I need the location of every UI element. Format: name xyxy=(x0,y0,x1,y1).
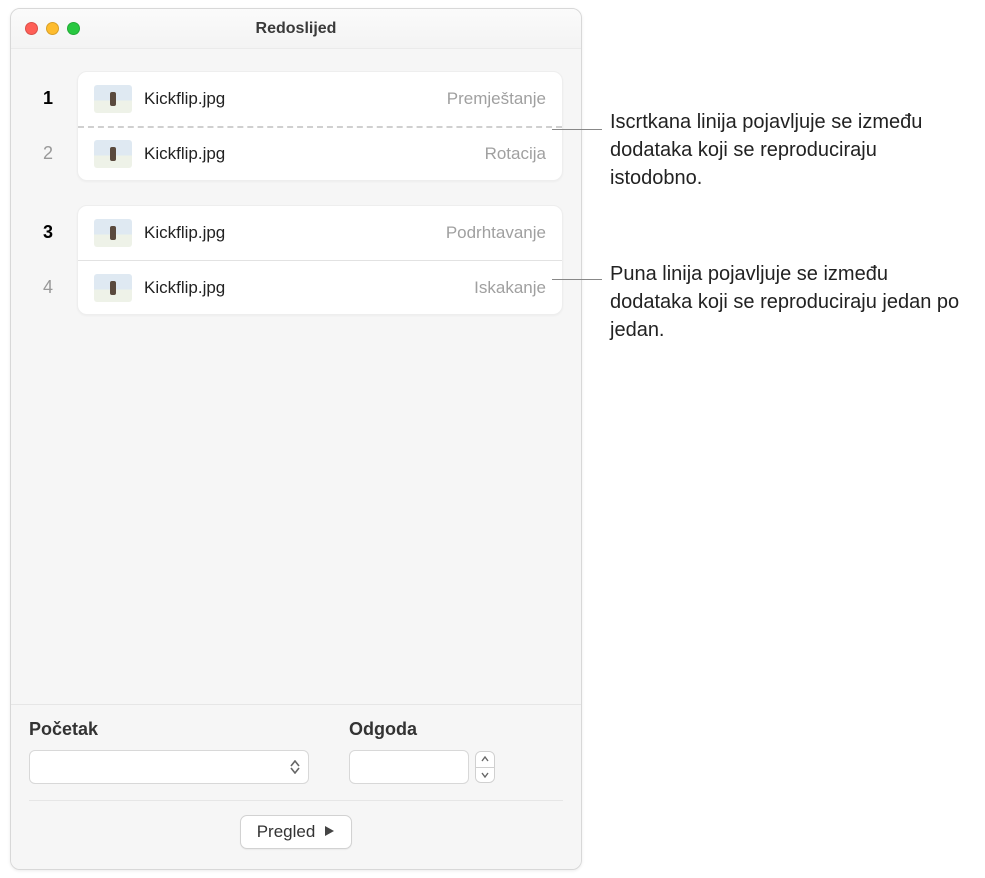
effect-name: Rotacija xyxy=(485,144,546,164)
start-label: Početak xyxy=(29,719,309,740)
effect-name: Premještanje xyxy=(447,89,546,109)
build-group: 1 2 Kickflip.jpg Premještanje Kickflip.j… xyxy=(29,71,563,181)
preview-row: Pregled xyxy=(29,815,563,849)
build-row[interactable]: Kickflip.jpg Podrhtavanje xyxy=(78,206,562,260)
stepper-up-button[interactable] xyxy=(476,752,494,767)
row-numbers: 1 2 xyxy=(29,71,77,181)
controls-row: Početak Odgoda xyxy=(29,719,563,784)
filename: Kickflip.jpg xyxy=(144,89,447,109)
filename: Kickflip.jpg xyxy=(144,144,485,164)
build-card: Kickflip.jpg Premještanje Kickflip.jpg R… xyxy=(77,71,563,181)
callout-leader xyxy=(552,279,602,280)
preview-button[interactable]: Pregled xyxy=(240,815,353,849)
delay-label: Odgoda xyxy=(349,719,495,740)
effect-name: Podrhtavanje xyxy=(446,223,546,243)
filename: Kickflip.jpg xyxy=(144,278,474,298)
delay-stepper xyxy=(475,751,495,783)
filename: Kickflip.jpg xyxy=(144,223,446,243)
window-title: Redoslijed xyxy=(11,20,581,38)
stepper-down-button[interactable] xyxy=(476,767,494,783)
thumbnail-icon xyxy=(94,140,132,168)
thumbnail-icon xyxy=(94,85,132,113)
preview-label: Pregled xyxy=(257,822,316,842)
callout-solid: Puna linija pojavljuje se između dodatak… xyxy=(610,260,970,344)
divider xyxy=(29,800,563,801)
build-order-window: Redoslijed 1 2 Kickflip.jpg Premještanje xyxy=(10,8,582,870)
thumbnail-icon xyxy=(94,219,132,247)
delay-control: Odgoda xyxy=(349,719,495,784)
start-control: Početak xyxy=(29,719,309,784)
build-list: 1 2 Kickflip.jpg Premještanje Kickflip.j… xyxy=(29,71,563,704)
chevron-updown-icon xyxy=(286,754,304,780)
delay-field[interactable] xyxy=(349,750,469,784)
thumbnail-icon xyxy=(94,274,132,302)
effect-name: Iskakanje xyxy=(474,278,546,298)
row-number: 2 xyxy=(29,143,67,164)
build-row[interactable]: Kickflip.jpg Premještanje xyxy=(78,72,562,126)
row-number: 4 xyxy=(29,277,67,298)
callout-dashed: Iscrtkana linija pojavljuje se između do… xyxy=(610,108,970,192)
titlebar: Redoslijed xyxy=(11,9,581,49)
play-icon xyxy=(323,822,335,842)
bottom-panel: Početak Odgoda xyxy=(11,704,581,869)
row-numbers: 3 4 xyxy=(29,205,77,315)
build-row[interactable]: Kickflip.jpg Iskakanje xyxy=(78,260,562,314)
build-group: 3 4 Kickflip.jpg Podrhtavanje Kickflip.j… xyxy=(29,205,563,315)
start-select[interactable] xyxy=(29,750,309,784)
build-row[interactable]: Kickflip.jpg Rotacija xyxy=(78,126,562,180)
build-card: Kickflip.jpg Podrhtavanje Kickflip.jpg I… xyxy=(77,205,563,315)
row-number: 1 xyxy=(29,88,67,109)
row-number: 3 xyxy=(29,222,67,243)
delay-wrap xyxy=(349,750,495,784)
content-area: 1 2 Kickflip.jpg Premještanje Kickflip.j… xyxy=(11,49,581,704)
callout-leader xyxy=(552,129,602,130)
